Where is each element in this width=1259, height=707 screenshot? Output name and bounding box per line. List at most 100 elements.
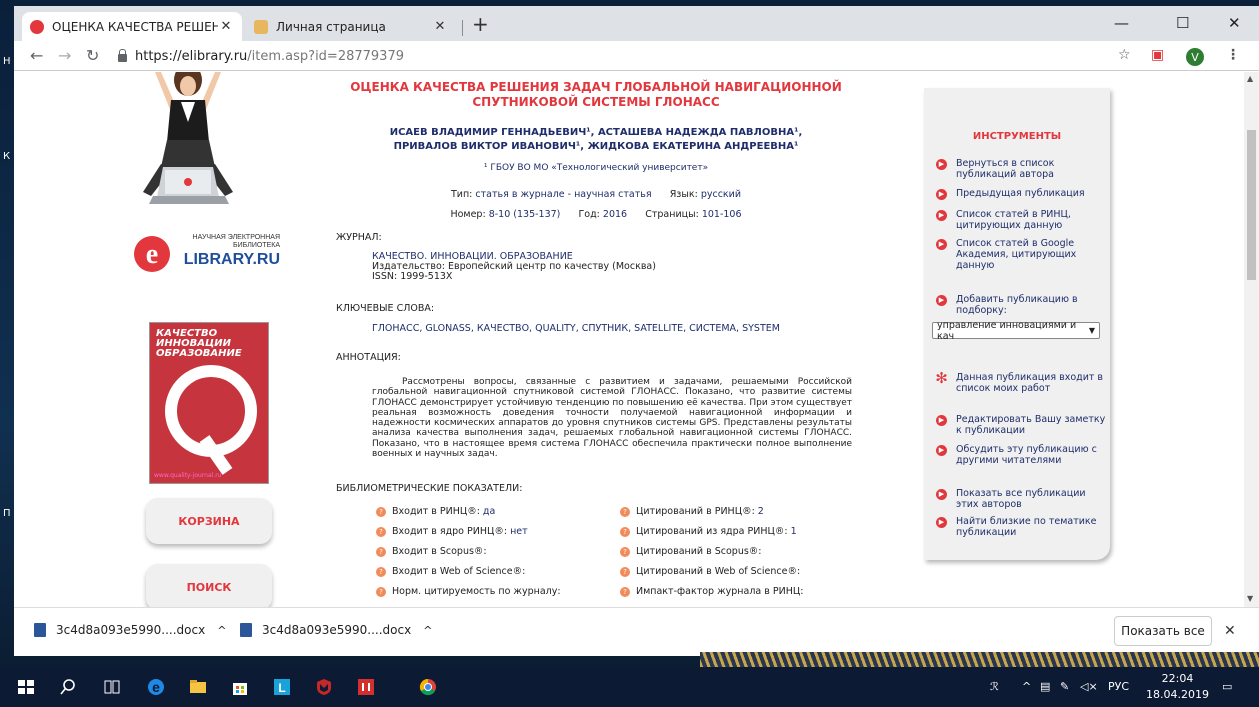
back-icon[interactable]: ←: [30, 46, 43, 65]
abstract-text: Рассмотрены вопросы, связанные с развити…: [372, 377, 852, 460]
authors-line[interactable]: ПРИВАЛОВ ВИКТОР ИВАНОВИЧ¹, ЖИДКОВА ЕКАТЕ…: [336, 140, 856, 154]
download-filename[interactable]: 3c4d8a093e5990....docx: [262, 623, 411, 637]
tool-all-author-pubs[interactable]: ▶ Показать все публикации этих авторов: [936, 488, 1106, 510]
help-icon[interactable]: ?: [376, 526, 386, 537]
menu-kebab-icon[interactable]: ⋮: [1226, 47, 1240, 63]
profile-avatar[interactable]: V: [1186, 48, 1204, 66]
affiliation-link[interactable]: ¹ ГБОУ ВО МО «Технологический университе…: [336, 163, 856, 173]
tab-elibrary[interactable]: ОЦЕНКА КАЧЕСТВА РЕШЕНИЯ З ✕: [22, 12, 242, 41]
lang-value: русский: [700, 189, 741, 200]
help-icon[interactable]: ?: [376, 586, 386, 597]
article-authors[interactable]: ИСАЕВ ВЛАДИМИР ГЕННАДЬЕВИЧ¹, АСТАШЕВА НА…: [336, 126, 856, 154]
clock[interactable]: 22:04 18.04.2019: [1146, 671, 1209, 703]
tab-close-icon[interactable]: ✕: [218, 19, 234, 34]
tool-label[interactable]: Данная публикация входит в список моих р…: [956, 372, 1106, 394]
tool-label[interactable]: Список статей в РИНЦ, цитирующих данную: [956, 209, 1106, 231]
metric-value[interactable]: 2: [758, 506, 764, 517]
app-l-icon[interactable]: L: [272, 677, 292, 697]
scroll-up-icon[interactable]: ▲: [1247, 74, 1253, 83]
chevron-up-icon[interactable]: ^: [423, 624, 432, 637]
arrow-right-icon: ▶: [936, 489, 947, 500]
keywords-list[interactable]: ГЛОНАСС, GLONASS, КАЧЕСТВО, QUALITY, СПУ…: [372, 324, 780, 334]
tool-label[interactable]: Редактировать Вашу заметку к публикации: [956, 414, 1106, 436]
forward-icon[interactable]: →: [58, 46, 71, 65]
authors-line[interactable]: ИСАЕВ ВЛАДИМИР ГЕННАДЬЕВИЧ¹, АСТАШЕВА НА…: [336, 126, 856, 140]
tool-previous[interactable]: ▶ Предыдущая публикация: [936, 188, 1106, 200]
tool-in-my-list[interactable]: ✻ Данная публикация входит в список моих …: [935, 371, 1106, 395]
minimize-icon[interactable]: —: [1114, 14, 1129, 32]
people-icon[interactable]: ℛ: [990, 680, 999, 693]
mascot-image: [143, 72, 233, 204]
close-download-bar-icon[interactable]: ✕: [1224, 623, 1236, 639]
tool-label[interactable]: Показать все публикации этих авторов: [956, 488, 1106, 510]
search-button[interactable]: ПОИСК: [146, 564, 272, 607]
metric-impact-factor: ? Импакт-фактор журнала в РИНЦ:: [620, 586, 806, 597]
tool-similar[interactable]: ▶ Найти близкие по тематике публикации: [936, 516, 1106, 538]
help-icon[interactable]: ?: [376, 546, 386, 557]
tool-label[interactable]: Предыдущая публикация: [956, 188, 1085, 200]
article-title-line: СПУТНИКОВОЙ СИСТЕМЫ ГЛОНАСС: [472, 95, 720, 109]
tool-edit-note[interactable]: ▶ Редактировать Вашу заметку к публикации: [936, 414, 1106, 436]
help-icon[interactable]: ?: [376, 566, 386, 577]
scroll-down-icon[interactable]: ▼: [1247, 594, 1253, 603]
window-close-icon[interactable]: ✕: [1228, 14, 1241, 32]
metric-rinc: ? Входит в РИНЦ®: да: [376, 506, 495, 517]
tool-discuss[interactable]: ▶ Обсудить эту публикацию с другими читат…: [936, 444, 1106, 466]
help-icon[interactable]: ?: [620, 546, 630, 557]
network-icon[interactable]: ▤: [1040, 680, 1050, 693]
metric-label: Входит в ядро РИНЦ®:: [392, 526, 508, 537]
help-icon[interactable]: ?: [620, 586, 630, 597]
chevron-up-icon[interactable]: ^: [217, 624, 226, 637]
tool-label[interactable]: Список статей в Google Академия, цитирую…: [956, 238, 1106, 271]
tool-label[interactable]: Вернуться в список публикаций автора: [956, 158, 1106, 180]
tool-label[interactable]: Добавить публикацию в подборку:: [956, 294, 1106, 316]
task-view-icon[interactable]: [102, 677, 122, 697]
windows-start-icon[interactable]: [16, 677, 36, 697]
metric-value[interactable]: 1: [791, 526, 797, 537]
article-title-line: ОЦЕНКА КАЧЕСТВА РЕШЕНИЯ ЗАДАЧ ГЛОБАЛЬНОЙ…: [350, 80, 842, 94]
help-icon[interactable]: ?: [620, 506, 630, 517]
reload-icon[interactable]: ↻: [86, 46, 99, 65]
bookmark-star-icon[interactable]: ☆: [1118, 47, 1131, 63]
tool-label[interactable]: Найти близкие по тематике публикации: [956, 516, 1106, 538]
tool-citing-google[interactable]: ▶ Список статей в Google Академия, цитиру…: [936, 238, 1106, 271]
scroll-thumb[interactable]: [1247, 130, 1256, 280]
pen-icon[interactable]: ✎: [1060, 680, 1069, 693]
download-item[interactable]: 3c4d8a093e5990....docx ^: [34, 623, 226, 637]
journal-cover-image[interactable]: КАЧЕСТВО ИННОВАЦИИ ОБРАЗОВАНИЕ www.quali…: [149, 322, 269, 484]
toolbar: ← → ↻ https://elibrary.ru/item.asp?id=28…: [14, 41, 1259, 71]
page-scrollbar[interactable]: ▲ ▼: [1244, 72, 1259, 607]
notifications-icon[interactable]: ▭: [1222, 680, 1232, 693]
maximize-icon[interactable]: ☐: [1176, 14, 1189, 32]
file-explorer-icon[interactable]: [188, 677, 208, 697]
tool-back-to-author[interactable]: ▶ Вернуться в список публикаций автора: [936, 158, 1106, 180]
cart-button[interactable]: КОРЗИНА: [146, 498, 272, 544]
pages-label: Страницы:: [645, 209, 699, 220]
tab-personal-page[interactable]: Личная страница ✕: [246, 12, 456, 41]
metric-scopus: ? Входит в Scopus®:: [376, 546, 490, 557]
edge-browser-icon[interactable]: e: [146, 677, 166, 697]
tool-label[interactable]: Обсудить эту публикацию с другими читате…: [956, 444, 1106, 466]
language-indicator[interactable]: РУС: [1108, 680, 1129, 693]
tab-close-icon[interactable]: ✕: [432, 19, 448, 34]
help-icon[interactable]: ?: [376, 506, 386, 517]
address-bar[interactable]: https://elibrary.ru/item.asp?id=28779379: [118, 44, 1118, 68]
help-icon[interactable]: ?: [620, 566, 630, 577]
mcafee-shield-icon[interactable]: [314, 677, 334, 697]
show-all-downloads-button[interactable]: Показать все: [1114, 616, 1212, 646]
number-link[interactable]: 8-10 (135-137): [489, 209, 561, 220]
download-filename[interactable]: 3c4d8a093e5990....docx: [56, 623, 205, 637]
help-icon[interactable]: ?: [620, 526, 630, 537]
chrome-icon[interactable]: [418, 677, 438, 697]
collection-select[interactable]: управление инновациями и кач ▼: [932, 320, 1100, 342]
chevron-up-icon[interactable]: ^: [1022, 680, 1031, 693]
app-red-icon[interactable]: [356, 677, 376, 697]
tool-citing-rinc[interactable]: ▶ Список статей в РИНЦ, цитирующих данную: [936, 209, 1106, 231]
new-tab-icon[interactable]: +: [472, 12, 489, 36]
download-item[interactable]: 3c4d8a093e5990....docx ^: [240, 623, 432, 637]
tool-add-to-collection[interactable]: ▶ Добавить публикацию в подборку:: [936, 294, 1106, 316]
search-icon[interactable]: [58, 677, 78, 697]
volume-icon[interactable]: ◁×: [1080, 680, 1098, 693]
store-icon[interactable]: [230, 677, 250, 697]
pocket-extension-icon[interactable]: ▣: [1151, 47, 1164, 63]
